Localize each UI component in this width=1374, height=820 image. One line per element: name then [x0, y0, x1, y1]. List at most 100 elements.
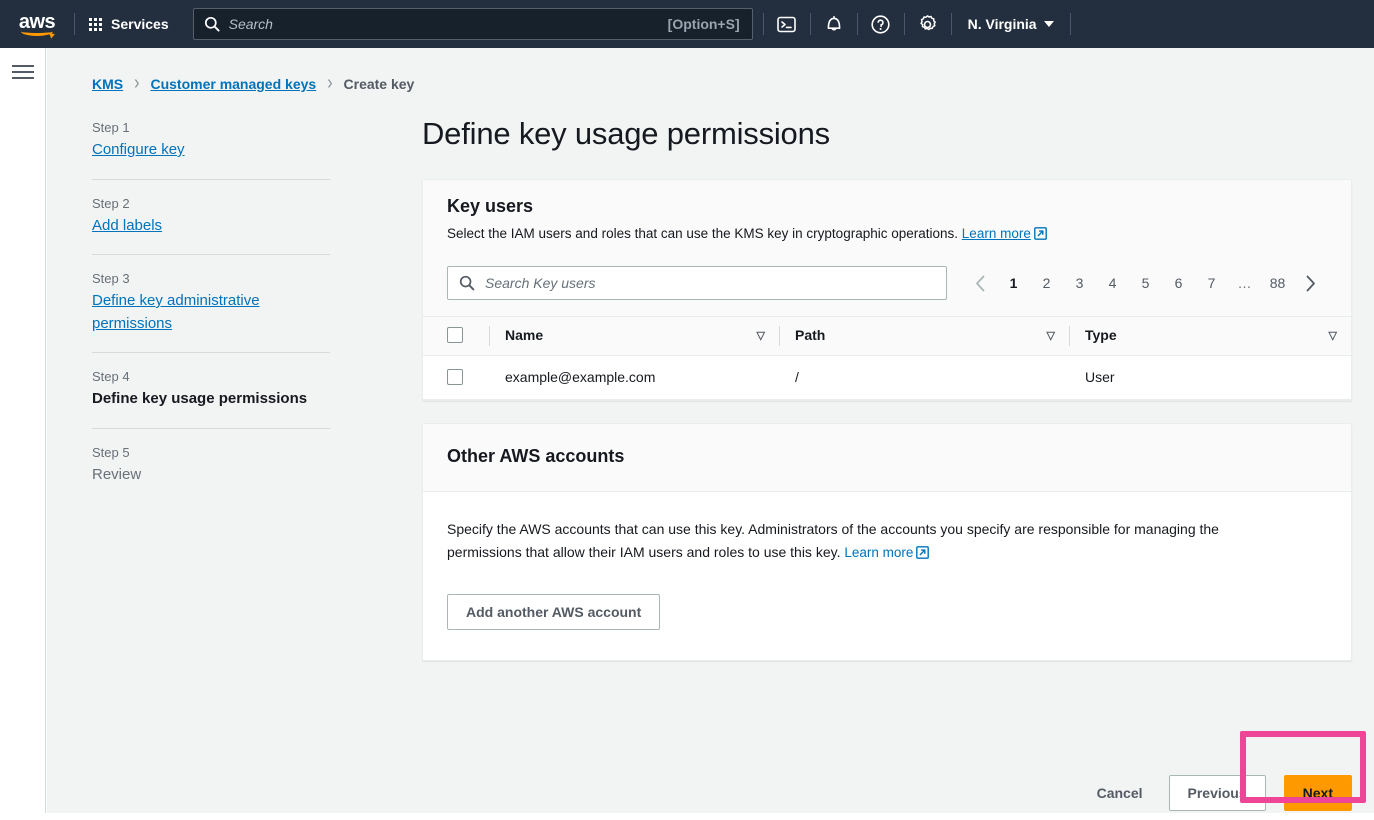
pagination-next-button[interactable] — [1294, 268, 1327, 298]
key-users-pagination: 1 2 3 4 5 6 7 … 88 — [964, 268, 1327, 298]
breadcrumb-item-customer-managed-keys[interactable]: Customer managed keys — [150, 76, 316, 92]
other-aws-accounts-learn-more-link[interactable]: Learn more — [844, 545, 913, 560]
key-users-card-header: Key users Select the IAM users and roles… — [423, 180, 1351, 257]
key-users-search-input[interactable]: Search Key users — [447, 266, 947, 301]
column-header-path[interactable]: Path ▽ — [779, 317, 1069, 357]
sidebar-step-link-review: Review — [92, 465, 142, 483]
table-header: Name ▽ Path ▽ Type ▽ — [423, 317, 1351, 357]
key-users-table: Name ▽ Path ▽ Type ▽ example@example.com… — [423, 317, 1351, 401]
step-divider — [92, 254, 330, 255]
pagination-page-3[interactable]: 3 — [1063, 268, 1096, 298]
region-label: N. Virginia — [967, 16, 1037, 32]
other-aws-accounts-description-text: Specify the AWS accounts that can use th… — [447, 521, 1219, 561]
add-account-button-wrap: Add another AWS account — [423, 576, 1351, 660]
add-another-aws-account-button[interactable]: Add another AWS account — [447, 594, 661, 631]
page-container: KMS › Customer managed keys › Create key… — [47, 48, 1374, 813]
select-all-checkbox[interactable] — [447, 327, 463, 344]
breadcrumb-separator-icon: › — [134, 72, 140, 94]
step-number: Step 1 — [92, 120, 130, 135]
breadcrumb-item-kms[interactable]: KMS — [92, 76, 123, 92]
nav-divider — [1069, 13, 1071, 35]
pagination-page-5[interactable]: 5 — [1129, 268, 1162, 298]
left-rail — [0, 48, 46, 813]
bell-icon[interactable] — [811, 0, 857, 48]
global-search-placeholder: Search — [228, 16, 273, 32]
search-shortcut-hint: [Option+S] — [667, 16, 740, 32]
row-cell-name: example@example.com — [489, 355, 779, 401]
next-button[interactable]: Next — [1283, 775, 1352, 811]
key-users-search-placeholder: Search Key users — [485, 275, 596, 292]
step-divider — [92, 427, 330, 429]
column-header-name-label: Name — [505, 327, 544, 344]
step-divider — [92, 352, 330, 353]
global-search-input[interactable]: Search [Option+S] — [192, 8, 753, 40]
search-icon — [204, 16, 220, 32]
step-number: Step 2 — [92, 195, 130, 211]
pagination-previous-button[interactable] — [964, 268, 997, 298]
sort-descending-icon[interactable]: ▽ — [1047, 329, 1055, 342]
wizard-step-navigation: Step 1 Configure key Step 2 Add labels S… — [92, 120, 332, 486]
nav-icon-group — [762, 0, 952, 48]
wizard-footer-actions: Cancel Previous Next — [47, 766, 1374, 820]
cancel-button[interactable]: Cancel — [1089, 785, 1151, 801]
sidebar-step-link-add-labels[interactable]: Add labels — [92, 215, 332, 238]
column-header-path-label: Path — [795, 327, 826, 344]
sidebar-step-link-define-key-administrative-permissions[interactable]: Define key administrative permissions — [92, 290, 332, 335]
row-checkbox[interactable] — [447, 369, 463, 386]
other-aws-accounts-title: Other AWS accounts — [447, 446, 625, 467]
sidebar-step-4: Step 4 Define key usage permissions — [92, 369, 332, 411]
cloudshell-icon[interactable] — [764, 0, 810, 48]
pagination-page-2[interactable]: 2 — [1030, 268, 1063, 298]
key-users-description-text: Select the IAM users and roles that can … — [447, 226, 959, 241]
table-header-row: Name ▽ Path ▽ Type ▽ — [423, 317, 1351, 357]
step-number: Step 5 — [92, 444, 130, 460]
sort-descending-icon[interactable]: ▽ — [1329, 329, 1337, 342]
search-icon — [459, 276, 475, 291]
previous-button[interactable]: Previous — [1168, 775, 1266, 811]
pagination-ellipsis: … — [1237, 275, 1252, 292]
key-users-learn-more-link[interactable]: Learn more — [962, 226, 1031, 241]
top-navigation-bar: aws Services Search [Option+S] N. Virgin… — [0, 0, 1374, 48]
pagination-page-4[interactable]: 4 — [1096, 268, 1129, 298]
pagination-page-88[interactable]: 88 — [1261, 268, 1294, 298]
step-number: Step 4 — [92, 369, 130, 384]
external-link-icon — [1033, 226, 1047, 246]
aws-logo[interactable]: aws — [0, 0, 74, 48]
key-users-card: Key users Select the IAM users and roles… — [422, 179, 1352, 402]
services-menu-button[interactable]: Services — [75, 0, 183, 48]
row-cell-path: / — [779, 355, 1069, 401]
help-icon[interactable] — [858, 0, 904, 48]
key-users-title: Key users — [447, 196, 534, 216]
breadcrumb-item-create-key: Create key — [343, 76, 415, 92]
key-users-toolbar: Search Key users 1 2 3 4 5 6 7 … 88 — [423, 256, 1351, 318]
hamburger-menu-icon[interactable] — [12, 65, 34, 83]
breadcrumb: KMS › Customer managed keys › Create key — [92, 72, 415, 94]
column-header-type-label: Type — [1085, 327, 1117, 344]
main-content: Define key usage permissions Key users S… — [422, 116, 1352, 683]
row-select-cell — [423, 355, 489, 401]
table-row[interactable]: example@example.com / User — [423, 355, 1351, 401]
chevron-down-icon — [1043, 21, 1054, 27]
pagination-page-7[interactable]: 7 — [1195, 268, 1228, 298]
services-label: Services — [111, 16, 169, 32]
pagination-page-1[interactable]: 1 — [997, 268, 1030, 298]
other-aws-accounts-card-header: Other AWS accounts — [423, 424, 1351, 493]
step-divider — [92, 178, 330, 180]
sort-descending-icon[interactable]: ▽ — [757, 329, 765, 342]
table-body: example@example.com / User — [423, 355, 1351, 401]
pagination-page-6[interactable]: 6 — [1162, 268, 1195, 298]
external-link-icon — [916, 543, 930, 566]
sidebar-step-link-configure-key[interactable]: Configure key — [92, 139, 332, 162]
aws-logo-smile — [21, 27, 53, 36]
sidebar-step-1: Step 1 Configure key — [92, 120, 332, 162]
other-aws-accounts-description: Specify the AWS accounts that can use th… — [423, 492, 1303, 576]
region-selector[interactable]: N. Virginia — [952, 0, 1070, 48]
sidebar-step-2: Step 2 Add labels — [92, 196, 332, 238]
column-header-name[interactable]: Name ▽ — [489, 317, 779, 357]
key-users-description: Select the IAM users and roles that can … — [447, 224, 1327, 246]
settings-icon[interactable] — [905, 0, 951, 48]
sidebar-step-5: Step 5 Review — [92, 445, 332, 487]
column-header-type[interactable]: Type ▽ — [1069, 317, 1351, 357]
page-title: Define key usage permissions — [422, 116, 830, 151]
row-cell-type: User — [1069, 355, 1351, 401]
